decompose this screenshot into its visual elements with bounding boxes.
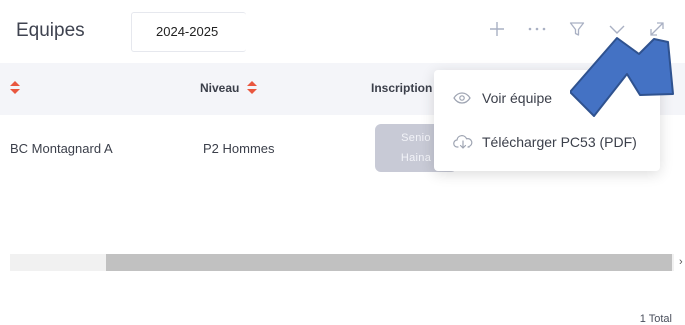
cloud-download-icon (453, 134, 473, 150)
annotation-arrow (570, 37, 674, 117)
cell-equipe: BC Montagnard A (10, 141, 113, 156)
menu-item-label: Télécharger PC53 (PDF) (482, 134, 637, 150)
sort-icon[interactable] (10, 81, 20, 95)
plus-icon[interactable] (477, 14, 517, 44)
page-title: Equipes (16, 20, 85, 41)
scroll-right-arrow[interactable]: › (679, 256, 683, 268)
column-header-equipe[interactable] (10, 81, 20, 95)
menu-item-telecharger-pc53[interactable]: Télécharger PC53 (PDF) (434, 122, 660, 162)
column-header-niveau-label: Niveau (200, 81, 240, 95)
column-header-inscription[interactable]: Inscription (371, 81, 432, 95)
ellipsis-icon[interactable] (517, 14, 557, 44)
sort-icon[interactable] (247, 81, 258, 95)
season-select[interactable]: 2024-2025 (131, 12, 246, 52)
horizontal-scrollbar-thumb[interactable] (106, 254, 672, 271)
column-header-inscription-label: Inscription (371, 81, 433, 95)
total-count: 1 Total (639, 313, 672, 325)
column-header-niveau[interactable]: Niveau (200, 81, 258, 95)
cell-niveau: P2 Hommes (203, 141, 275, 156)
eye-icon (453, 90, 473, 106)
menu-item-label: Voir équipe (482, 90, 553, 106)
